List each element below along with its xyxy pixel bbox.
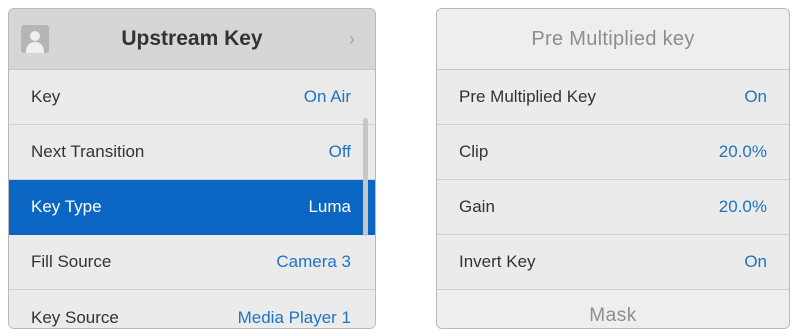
panel-title: Pre Multiplied key: [531, 27, 695, 50]
row-value: Media Player 1: [237, 307, 351, 327]
menu-row-key[interactable]: Key On Air: [9, 70, 375, 125]
upstream-key-panel: Upstream Key › Key On Air Next Transitio…: [8, 8, 376, 329]
row-value: 20.0%: [718, 197, 767, 216]
chevron-right-icon[interactable]: ›: [349, 29, 355, 50]
panel-header: Pre Multiplied key: [437, 9, 789, 70]
row-value: Luma: [308, 197, 351, 216]
menu-row-pre-multiplied-key[interactable]: Pre Multiplied Key On: [437, 70, 789, 125]
menu-row-next-transition[interactable]: Next Transition Off: [9, 125, 375, 180]
mask-button[interactable]: Mask: [437, 290, 789, 328]
row-value: 20.0%: [718, 142, 767, 161]
row-label: Clip: [459, 142, 489, 161]
scrollbar[interactable]: [363, 118, 368, 236]
panel-title: Upstream Key: [121, 27, 263, 50]
row-label: Fill Source: [31, 252, 112, 271]
menu-row-key-source[interactable]: Key Source Media Player 1: [9, 290, 375, 328]
row-label: Key Source: [31, 307, 119, 327]
row-label: Key: [31, 87, 61, 106]
menu-row-key-type[interactable]: Key Type Luma: [9, 180, 375, 235]
mask-label: Mask: [589, 305, 637, 326]
menu-row-clip[interactable]: Clip 20.0%: [437, 125, 789, 180]
row-label: Invert Key: [459, 252, 536, 271]
row-value: On: [744, 252, 767, 271]
row-label: Pre Multiplied Key: [459, 87, 597, 106]
row-label: Next Transition: [31, 142, 145, 161]
row-value: Off: [328, 142, 351, 161]
row-value: On Air: [303, 87, 351, 106]
avatar-icon: [21, 25, 49, 53]
row-value: On: [744, 87, 767, 106]
menu-row-invert-key[interactable]: Invert Key On: [437, 235, 789, 290]
row-label: Key Type: [31, 197, 102, 216]
panel-header[interactable]: Upstream Key ›: [9, 9, 375, 70]
menu-row-fill-source[interactable]: Fill Source Camera 3: [9, 235, 375, 290]
row-label: Gain: [459, 197, 495, 216]
menu-row-gain[interactable]: Gain 20.0%: [437, 180, 789, 235]
pre-multiplied-key-panel: Pre Multiplied key Pre Multiplied Key On…: [436, 8, 790, 329]
row-value: Camera 3: [276, 252, 351, 271]
